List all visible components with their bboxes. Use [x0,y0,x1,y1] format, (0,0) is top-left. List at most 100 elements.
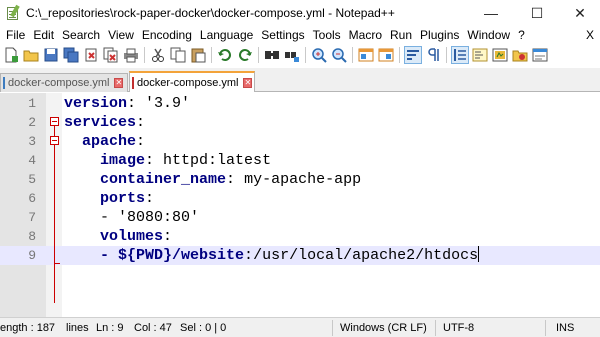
code-line[interactable]: 1 version: '3.9' [0,94,600,113]
undo-icon[interactable] [217,47,233,63]
code-line[interactable]: 4 image: httpd:latest [0,151,600,170]
code-token: httpd:latest [163,152,272,169]
code-token: '8080:80' [118,209,200,226]
menu-language[interactable]: Language [196,28,257,42]
code-token: my-apache-app [244,171,362,188]
tab-docker-compose-1[interactable]: docker-compose.yml ✕ [0,73,128,92]
document-icon [3,77,5,89]
maximize-button[interactable]: ☐ [514,0,560,26]
code-token: /usr/local/apache2/htdocs [253,247,479,264]
line-number: 9 [28,248,36,263]
code-token: version [64,95,128,112]
modified-document-icon [132,76,134,89]
menu-settings[interactable]: Settings [257,28,308,42]
indent-guide-icon[interactable] [451,46,469,64]
status-lines: lines [66,322,89,334]
menu-edit[interactable]: Edit [29,28,58,42]
menu-search[interactable]: Search [58,28,104,42]
zoom-out-icon[interactable] [331,47,347,63]
save-all-icon[interactable] [63,47,79,63]
toolbar [0,44,600,66]
function-list-icon[interactable] [492,47,508,63]
print-icon[interactable] [123,47,139,63]
fold-toggle-icon[interactable] [50,136,59,145]
code-text[interactable]: ports: [64,189,154,208]
sync-v-icon[interactable] [358,47,374,63]
status-encoding[interactable]: UTF-8 [443,318,474,337]
status-length: ength : 187 [0,322,56,334]
status-column: Col : 47 [134,322,172,334]
close-all-icon[interactable] [103,47,119,63]
code-token: : [136,114,146,131]
status-divider [435,320,436,336]
sync-h-icon[interactable] [378,47,394,63]
status-insert-mode[interactable]: INS [556,318,574,337]
code-token: : [145,190,155,207]
close-document-button[interactable]: X [586,26,594,44]
status-selection: Sel : 0 | 0 [180,322,227,334]
doc-map-icon[interactable] [472,47,488,63]
cut-icon[interactable] [150,47,166,63]
tab-close-icon[interactable]: ✕ [114,78,124,88]
code-text[interactable]: apache: [64,132,145,151]
menu-help[interactable]: ? [514,28,529,42]
status-eol[interactable]: Windows (CR LF) [340,318,427,337]
menu-window[interactable]: Window [463,28,514,42]
code-token: ports [100,190,146,207]
folder-workspace-icon[interactable] [512,47,528,63]
toolbar-separator [144,47,145,63]
close-icon[interactable] [83,47,99,63]
code-token: - [100,209,119,226]
code-token: '3.9' [145,95,191,112]
save-icon[interactable] [43,47,59,63]
code-line[interactable]: 8 volumes: [0,227,600,246]
code-text[interactable]: - '8080:80' [64,208,199,227]
monitoring-icon[interactable] [532,47,548,63]
code-text[interactable]: container_name: my-apache-app [64,170,361,189]
show-all-chars-icon[interactable] [425,47,441,63]
code-text[interactable]: - ${PWD}/website:/usr/local/apache2/htdo… [64,246,480,265]
tab-docker-compose-2[interactable]: docker-compose.yml ✕ [129,71,255,92]
menu-tools[interactable]: Tools [309,28,345,42]
menu-plugins[interactable]: Plugins [416,28,463,42]
line-number: 2 [28,115,36,130]
code-line[interactable]: 7 - '8080:80' [0,208,600,227]
code-line[interactable]: 5 container_name: my-apache-app [0,170,600,189]
code-line[interactable]: 6 ports: [0,189,600,208]
code-text[interactable]: image: httpd:latest [64,151,271,170]
tab-close-icon[interactable]: ✕ [243,77,253,88]
minimize-button[interactable]: — [468,0,514,26]
find-icon[interactable] [264,47,280,63]
menu-view[interactable]: View [104,28,138,42]
code-line[interactable]: 3 apache: [0,132,600,151]
code-text[interactable]: services: [64,113,145,132]
code-token: image [100,152,146,169]
menu-macro[interactable]: Macro [345,28,386,42]
toolbar-separator [352,47,353,63]
replace-icon[interactable] [284,47,300,63]
code-text[interactable]: version: '3.9' [64,94,190,113]
tab-label: docker-compose.yml [8,77,110,89]
paste-icon[interactable] [190,47,206,63]
tab-label: docker-compose.yml [137,76,239,89]
code-text[interactable]: volumes: [64,227,172,246]
copy-icon[interactable] [170,47,186,63]
zoom-in-icon[interactable] [311,47,327,63]
fold-toggle-icon[interactable] [50,117,59,126]
toolbar-separator [446,47,447,63]
menu-encoding[interactable]: Encoding [138,28,196,42]
close-window-button[interactable]: ✕ [560,0,600,26]
code-line[interactable]: 2 services: [0,113,600,132]
word-wrap-icon[interactable] [404,46,422,64]
menu-run[interactable]: Run [386,28,416,42]
menu-file[interactable]: File [2,28,29,42]
redo-icon[interactable] [237,47,253,63]
editor-area[interactable]: 1 version: '3.9' 2 services: 3 apache: 4 imag… [0,93,600,317]
code-line[interactable]: 9 - ${PWD}/website:/usr/local/apache2/ht… [0,246,600,265]
new-file-icon[interactable] [3,47,19,63]
open-file-icon[interactable] [23,47,39,63]
menu-bar: File Edit Search View Encoding Language … [0,26,600,44]
